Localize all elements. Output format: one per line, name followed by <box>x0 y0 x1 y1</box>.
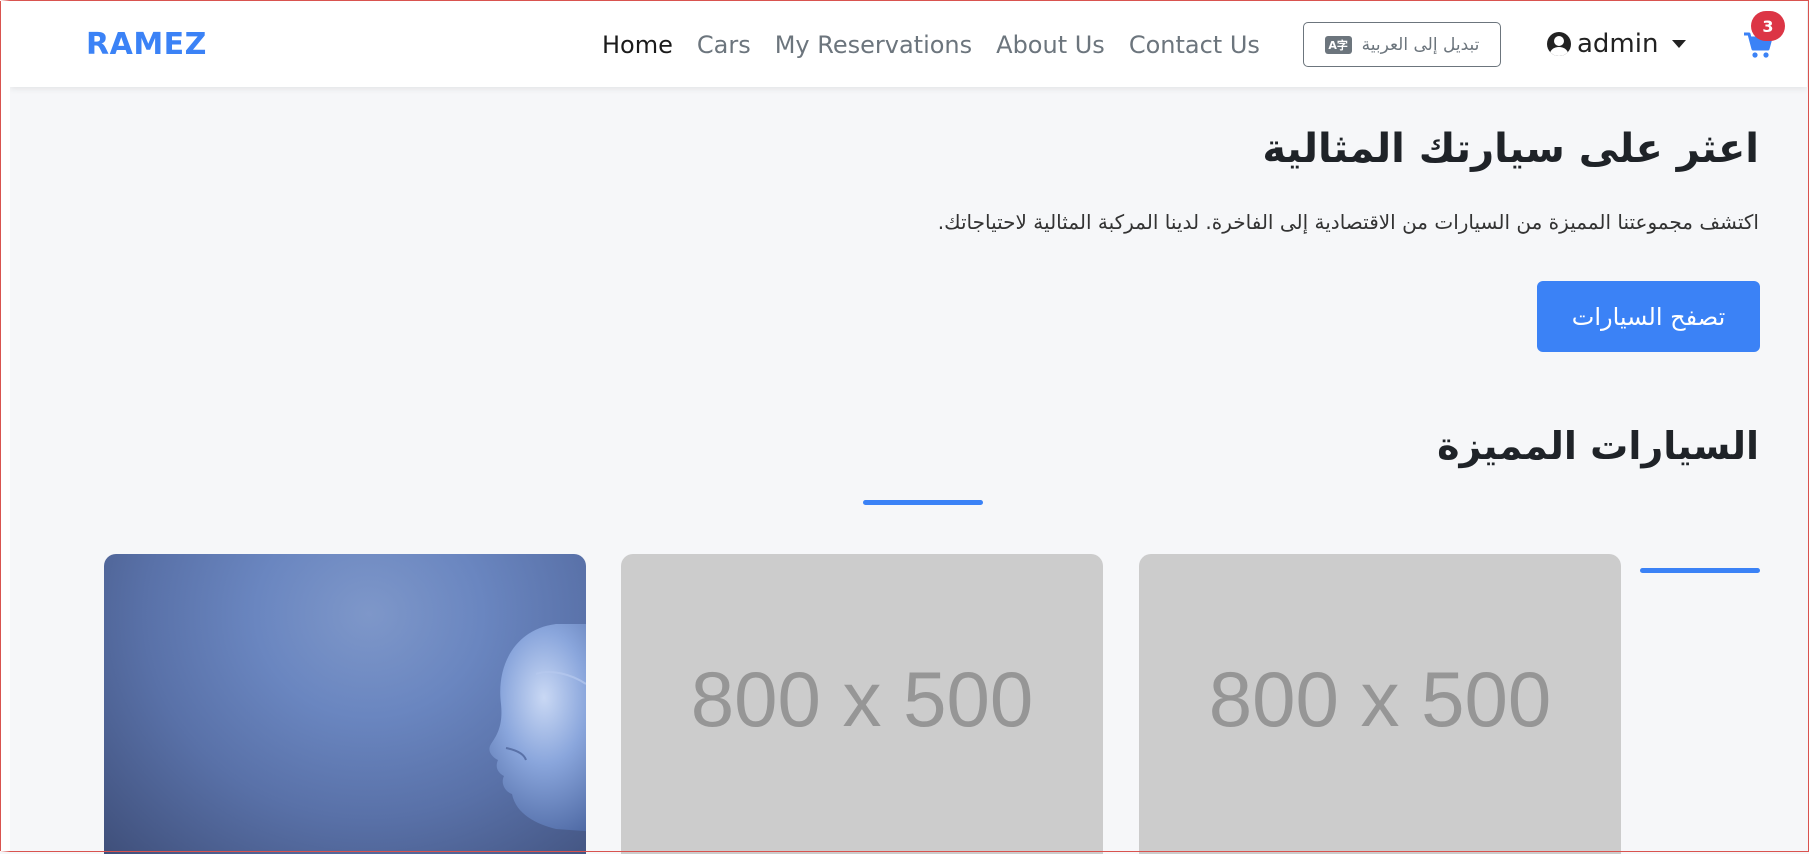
nav-link-contact-us[interactable]: Contact Us <box>1129 31 1260 59</box>
section-divider-accent <box>1640 568 1760 573</box>
placeholder-label: 800 x 500 <box>1208 654 1552 743</box>
language-button-label: تبديل إلى العربية <box>1361 34 1480 55</box>
chevron-down-icon <box>1672 40 1687 48</box>
featured-cars-title: السيارات المميزة <box>1437 424 1759 468</box>
language-toggle-button[interactable]: A字 تبديل إلى العربية <box>1303 22 1501 67</box>
hero-title: اعثر على سيارتك المثالية <box>1262 126 1759 172</box>
language-icon: A字 <box>1324 35 1352 54</box>
nav-link-my-reservations[interactable]: My Reservations <box>775 31 972 59</box>
section-divider <box>863 500 983 505</box>
car-card-3[interactable]: 800 x 500 <box>1139 554 1621 854</box>
car-card-1[interactable] <box>104 554 586 854</box>
nav-link-cars[interactable]: Cars <box>697 31 751 59</box>
cart-count-badge: 3 <box>1751 11 1785 41</box>
navbar: RAMEZ Home Cars My Reservations About Us… <box>10 1 1807 87</box>
placeholder-label: 800 x 500 <box>690 654 1034 743</box>
robot-face-image <box>489 624 586 832</box>
nav-links: Home Cars My Reservations About Us Conta… <box>602 31 1284 59</box>
browse-cars-button[interactable]: تصفح السيارات <box>1537 281 1760 352</box>
user-circle-icon <box>1547 32 1571 56</box>
user-menu-dropdown[interactable]: admin <box>1547 29 1687 59</box>
car-card-2[interactable]: 800 x 500 <box>621 554 1103 854</box>
nav-link-home[interactable]: Home <box>602 31 673 59</box>
nav-link-about-us[interactable]: About Us <box>996 31 1105 59</box>
hero-subtitle: اكتشف مجموعتنا المميزة من السيارات من ال… <box>937 210 1759 234</box>
user-name: admin <box>1577 29 1659 59</box>
brand-logo[interactable]: RAMEZ <box>86 27 207 62</box>
